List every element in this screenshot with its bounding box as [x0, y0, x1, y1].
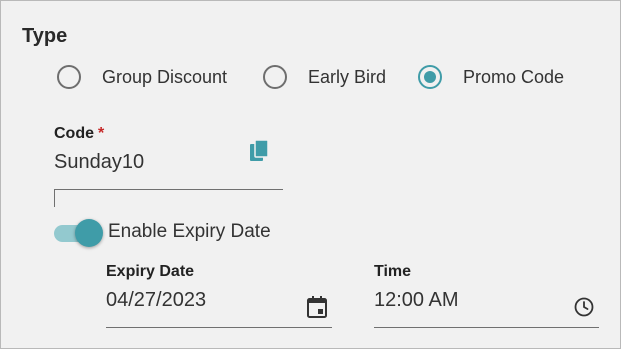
code-input-value: Sunday10 — [54, 151, 145, 173]
radio-circle-icon — [57, 65, 81, 89]
code-label-text: Code — [54, 125, 94, 142]
radio-label-promo-code: Promo Code — [463, 66, 565, 87]
radio-early-bird[interactable]: Early Bird — [263, 63, 386, 91]
code-input-left-border — [54, 189, 55, 207]
expiry-date-underline — [106, 327, 332, 328]
radio-circle-icon — [263, 65, 287, 89]
code-input-underline — [54, 189, 283, 190]
discount-type-panel: Type Group Discount Early Bird Promo Cod… — [0, 0, 621, 349]
expiry-date-value: 04/27/2023 — [106, 289, 207, 311]
time-input[interactable]: 12:00 AM — [374, 285, 599, 327]
radio-dot-icon — [424, 71, 436, 83]
radio-promo-code[interactable]: Promo Code — [418, 63, 564, 91]
required-marker: * — [98, 125, 105, 142]
toggle-knob — [75, 219, 103, 247]
radio-group-discount[interactable]: Group Discount — [57, 63, 227, 91]
code-field-label: Code * — [54, 125, 104, 143]
time-value: 12:00 AM — [374, 289, 459, 311]
radio-label-group-discount: Group Discount — [102, 66, 228, 87]
enable-expiry-toggle[interactable] — [54, 219, 104, 247]
enable-expiry-label: Enable Expiry Date — [108, 221, 271, 242]
type-section-title: Type — [22, 25, 68, 47]
calendar-icon[interactable] — [306, 295, 328, 319]
copy-icon[interactable] — [249, 140, 271, 164]
time-label: Time — [374, 263, 412, 280]
expiry-date-label: Expiry Date — [106, 263, 195, 280]
time-underline — [374, 327, 599, 328]
expiry-date-input[interactable]: 04/27/2023 — [106, 285, 332, 327]
radio-label-early-bird: Early Bird — [308, 66, 387, 87]
clock-icon[interactable] — [573, 296, 595, 318]
radio-circle-selected-icon — [418, 65, 442, 89]
